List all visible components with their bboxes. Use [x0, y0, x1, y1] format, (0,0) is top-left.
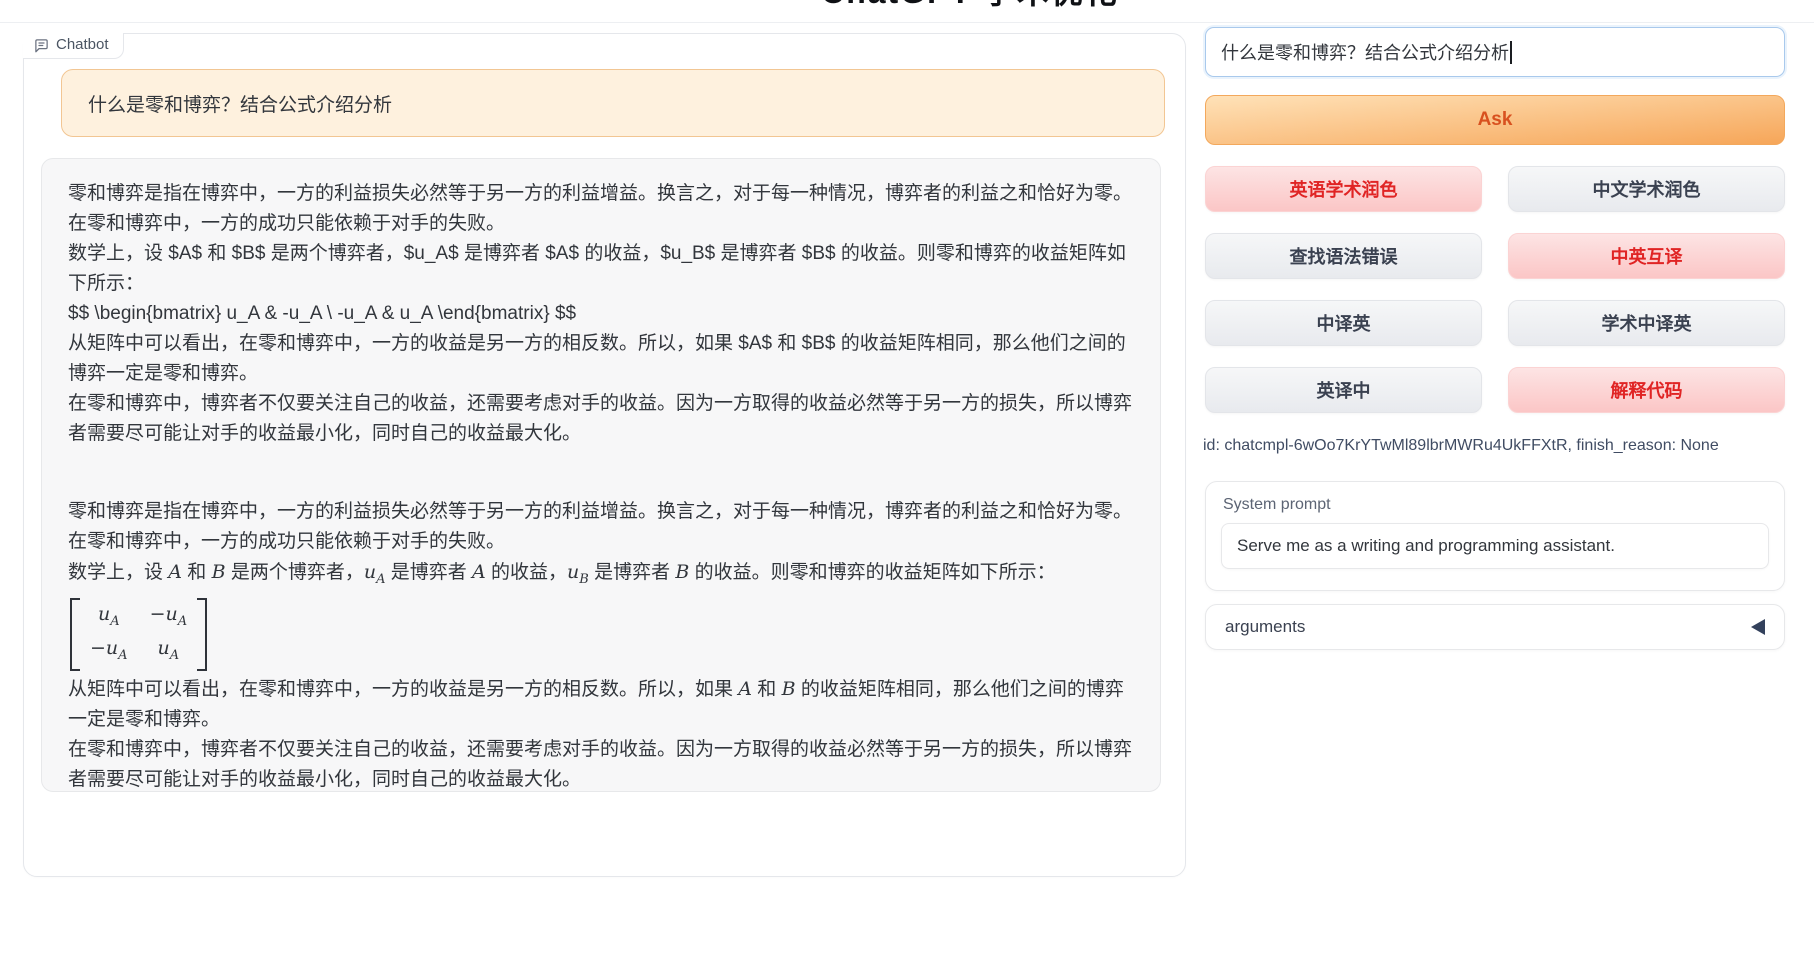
quick-action-button-5[interactable]: 学术中译英 — [1508, 300, 1785, 346]
chat-bubble-icon — [34, 38, 49, 53]
user-message-text: 什么是零和博弈？结合公式介绍分析 — [88, 90, 392, 117]
system-prompt-value: Serve me as a writing and programming as… — [1237, 536, 1615, 556]
paragraph-gap — [68, 449, 1134, 497]
accordion-label: arguments — [1225, 617, 1305, 637]
user-message: 什么是零和博弈？结合公式介绍分析 — [61, 69, 1165, 137]
question-input[interactable]: 什么是零和博弈？结合公式介绍分析 — [1205, 27, 1785, 77]
system-prompt-label: System prompt — [1223, 496, 1769, 514]
bot-paragraph: $$ \begin{bmatrix} u_A & -u_A \ -u_A & u… — [68, 299, 1134, 329]
quick-action-button-2[interactable]: 查找语法错误 — [1205, 233, 1482, 279]
system-prompt-input[interactable]: Serve me as a writing and programming as… — [1221, 523, 1769, 569]
app: ChatGPT 学术优化 Chatbot 什么是零和博弈？结合公式介绍分析 零和… — [0, 0, 1814, 961]
collapse-arrow-icon — [1751, 619, 1765, 635]
bot-paragraph: 从矩阵中可以看出，在零和博弈中，一方的收益是另一方的相反数。所以，如果 $A$ … — [68, 329, 1134, 389]
question-input-value: 什么是零和博弈？结合公式介绍分析 — [1221, 39, 1509, 65]
response-meta: id: chatcmpl-6wOo7KrYTwMl89lbrMWRu4UkFFX… — [1203, 437, 1719, 455]
top-divider — [0, 22, 1814, 23]
quick-action-button-3[interactable]: 中英互译 — [1508, 233, 1785, 279]
page-title-text: ChatGPT 学术优化 — [760, 0, 1180, 9]
quick-actions-grid: 英语学术润色中文学术润色查找语法错误中英互译中译英学术中译英英译中解释代码 — [1205, 166, 1785, 413]
chatbot-label: Chatbot — [23, 33, 124, 59]
bot-paragraph: 零和博弈是指在博弈中，一方的利益损失必然等于另一方的利益增益。换言之，对于每一种… — [68, 497, 1134, 557]
quick-action-button-6[interactable]: 英译中 — [1205, 367, 1482, 413]
bot-paragraph: 数学上，设 $A$ 和 $B$ 是两个博弈者，$u_A$ 是博弈者 $A$ 的收… — [68, 239, 1134, 299]
quick-action-button-0[interactable]: 英语学术润色 — [1205, 166, 1482, 212]
bot-paragraph: uA−uA−uAuA — [68, 595, 1134, 675]
ask-button[interactable]: Ask — [1205, 95, 1785, 145]
page-title-clipped: ChatGPT 学术优化 — [760, 0, 1180, 9]
bot-paragraph: 在零和博弈中，博弈者不仅要关注自己的收益，还需要考虑对手的收益。因为一方取得的收… — [68, 389, 1134, 449]
payoff-matrix: uA−uA−uAuA — [70, 598, 207, 672]
chatbot-label-text: Chatbot — [56, 36, 109, 54]
chatbot-panel: Chatbot 什么是零和博弈？结合公式介绍分析 零和博弈是指在博弈中，一方的利… — [23, 33, 1186, 877]
bot-paragraph: 数学上，设 A 和 B 是两个博弈者，uA 是博弈者 A 的收益，uB 是博弈者… — [68, 557, 1134, 595]
quick-action-button-7[interactable]: 解释代码 — [1508, 367, 1785, 413]
quick-action-button-1[interactable]: 中文学术润色 — [1508, 166, 1785, 212]
bot-paragraph: 零和博弈是指在博弈中，一方的利益损失必然等于另一方的利益增益。换言之，对于每一种… — [68, 179, 1134, 239]
bot-paragraph: 从矩阵中可以看出，在零和博弈中，一方的收益是另一方的相反数。所以，如果 A 和 … — [68, 674, 1134, 735]
text-cursor — [1510, 41, 1512, 64]
bot-message: 零和博弈是指在博弈中，一方的利益损失必然等于另一方的利益增益。换言之，对于每一种… — [41, 158, 1161, 792]
arguments-accordion[interactable]: arguments — [1205, 604, 1785, 650]
bot-paragraph: 在零和博弈中，博弈者不仅要关注自己的收益，还需要考虑对手的收益。因为一方取得的收… — [68, 735, 1134, 792]
system-prompt-group: System prompt Serve me as a writing and … — [1205, 481, 1785, 591]
quick-action-button-4[interactable]: 中译英 — [1205, 300, 1482, 346]
